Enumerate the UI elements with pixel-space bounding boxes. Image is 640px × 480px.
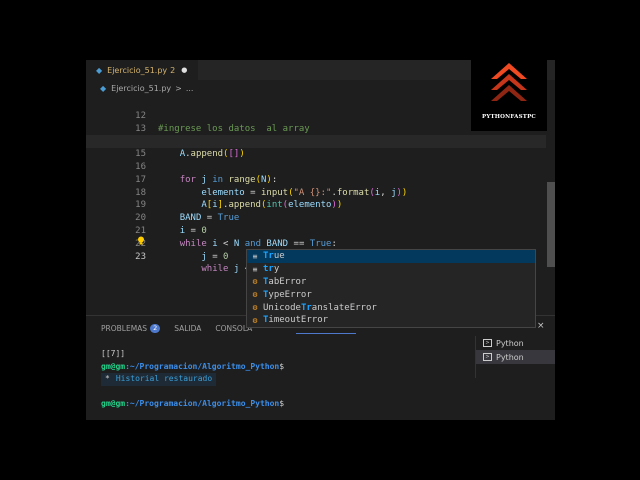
history-star: *	[105, 374, 110, 383]
terminal-item-label: Python	[496, 352, 524, 362]
terminal-line: gm@gm:~/Programacion/Algoritmo_Python$	[101, 361, 471, 374]
scrollbar-thumb[interactable]	[547, 182, 555, 267]
terminal-item-python[interactable]: > Python	[476, 336, 555, 350]
terminal-output-text: [[7]]	[101, 349, 126, 358]
history-label: Historial restaurado	[115, 374, 213, 383]
tab-output-label: SALIDA	[174, 323, 202, 333]
keyword-icon: ≡	[252, 264, 258, 274]
prompt-symbol: $	[279, 399, 285, 408]
suggestion-label: UnicodeTranslateError	[263, 302, 377, 313]
class-icon: ⚙	[252, 290, 258, 300]
tab-problems-label: PROBLEMAS	[101, 323, 148, 333]
breadcrumb-file[interactable]: Ejercicio_51.py	[111, 84, 171, 93]
panel-tab-bar: PROBLEMAS 2 SALIDA CONSOLA	[101, 321, 266, 335]
tab-output[interactable]: SALIDA	[174, 324, 201, 333]
code-line: 21 while i < N and BAND == True:	[86, 212, 546, 249]
bottom-panel: PROBLEMAS 2 SALIDA CONSOLA × [[7]] gm@gm…	[86, 315, 555, 420]
active-tab-indicator	[296, 333, 356, 334]
prompt-path: :~/Programacion/Algoritmo_Python	[125, 399, 280, 408]
code-line: 22 j = 0	[86, 225, 546, 262]
code-text: j = 0	[201, 251, 229, 262]
terminal-item-python-active[interactable]: > Python	[476, 350, 555, 364]
terminal-icon: >	[483, 353, 492, 361]
code-line: 19 BAND = True	[86, 187, 546, 223]
class-icon: ⚙	[252, 315, 258, 325]
terminal-line: * Historial restaurado	[101, 373, 471, 386]
code-line: 16 for j in range(N):	[86, 148, 546, 185]
suggestion-item[interactable]: ⚙ TypeError	[247, 288, 535, 301]
unsaved-dot-icon[interactable]: ●	[181, 66, 187, 74]
close-panel-icon[interactable]: ×	[537, 321, 545, 331]
breadcrumb-separator: >	[175, 84, 182, 93]
lightbulb-icon[interactable]	[137, 236, 145, 245]
history-restored-banner: * Historial restaurado	[101, 373, 217, 386]
terminal-line: [[7]]	[101, 348, 471, 361]
class-icon: ⚙	[252, 303, 258, 313]
keyword-icon: ≡	[252, 251, 258, 261]
tab-problem-count: 2	[170, 65, 176, 75]
tab-ejercicio-51[interactable]: ◆ Ejercicio_51.py 2 ●	[86, 60, 198, 80]
line-number: 23	[135, 251, 146, 262]
logo-chevrons-icon	[491, 63, 527, 101]
editor-scrollbar[interactable]	[546, 97, 555, 315]
suggestion-item[interactable]: ⚙ TabError	[247, 276, 535, 289]
suggestion-label: TimeoutError	[263, 315, 329, 326]
code-line: 20 i = 0	[86, 199, 546, 236]
terminal-list: > Python > Python	[475, 336, 555, 378]
prompt-path: :~/Programacion/Algoritmo_Python	[125, 361, 280, 371]
tab-problems[interactable]: PROBLEMAS 2	[101, 323, 161, 333]
suggestion-item[interactable]: ≡ True	[247, 250, 535, 263]
prompt-symbol: $	[279, 361, 285, 371]
terminal-line: gm@gm:~/Programacion/Algoritmo_Python$	[101, 398, 471, 411]
terminal-icon: >	[483, 339, 492, 347]
class-icon: ⚙	[252, 277, 258, 287]
suggestion-item[interactable]: ≡ try	[247, 263, 535, 276]
problems-count-badge: 2	[150, 323, 161, 333]
suggestion-item[interactable]: ⚙ UnicodeTranslateError	[247, 301, 535, 314]
suggestion-item[interactable]: ⚙ TimeoutError	[247, 314, 535, 327]
suggestion-label: TypeError	[263, 289, 312, 300]
logo-text: PYTHONFASTPC	[482, 114, 536, 120]
tab-filename: Ejercicio_51.py	[107, 65, 168, 75]
terminal-item-label: Python	[496, 338, 524, 348]
prompt-user: gm@gm	[101, 399, 126, 408]
pythonfastpc-logo: PYTHONFASTPC	[471, 59, 547, 131]
python-file-icon: ◆	[100, 84, 107, 93]
python-file-icon: ◆	[96, 65, 103, 75]
code-line: 15	[86, 135, 546, 159]
suggestion-label: try	[263, 264, 280, 275]
terminal-output[interactable]: [[7]] gm@gm:~/Programacion/Algoritmo_Pyt…	[101, 348, 471, 411]
suggestion-label: TabError	[263, 276, 307, 287]
breadcrumb: ◆ Ejercicio_51.py > ...	[86, 80, 486, 97]
code-line: 18 A[i].append(int(elemento))	[86, 174, 546, 211]
code-line: 17 elemento = input("A {}:".format(i, j)…	[86, 161, 546, 198]
breadcrumb-more[interactable]: ...	[186, 84, 194, 93]
prompt-user: gm@gm	[101, 361, 126, 371]
autocomplete-popup[interactable]: ≡ True ≡ try ⚙ TabError ⚙ TypeError ⚙ Un…	[246, 249, 536, 328]
suggestion-label: True	[263, 251, 285, 262]
